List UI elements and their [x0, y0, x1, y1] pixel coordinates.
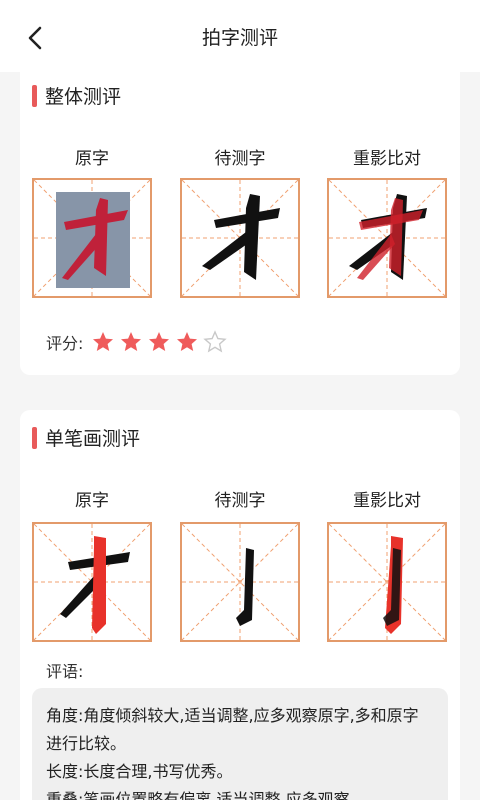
overlay-char-box — [327, 178, 447, 298]
comment-angle: 角度:角度倾斜较大,适当调整,应多观察原字,多和原字进行比较。 — [46, 706, 419, 753]
test-stroke-image — [182, 524, 298, 640]
star-filled-icon — [93, 332, 114, 351]
test-char-image — [182, 180, 298, 296]
rating-row: 评分: — [46, 330, 231, 354]
section-title-stroke: 单笔画测评 — [32, 424, 140, 451]
overall-evaluation-card: 整体测评 原字 待测字 重影比对 评分: — [20, 72, 460, 375]
star-filled-icon — [121, 332, 142, 351]
star-filled-icon — [149, 332, 170, 351]
chevron-left-icon[interactable] — [22, 24, 50, 52]
stroke-evaluation-card: 单笔画测评 原字 待测字 重影比对 评语: 角度:角度倾斜较大,适当调整,应多观… — [20, 410, 460, 800]
label-overlay: 重影比对 — [353, 149, 421, 169]
star-rating — [91, 330, 231, 354]
page-title: 拍字测评 — [201, 26, 278, 49]
comment-length: 长度:长度合理,书写优秀。 — [46, 762, 233, 781]
overlay-stroke-image — [329, 524, 445, 640]
test-char-box — [180, 178, 300, 298]
label-test: 待测字 — [214, 491, 266, 511]
comment-overlap: 重叠:笔画位置略有偏离,适当调整,应多观察 — [46, 790, 350, 800]
original-char-image — [34, 180, 150, 296]
label-original: 原字 — [75, 149, 109, 169]
star-empty-icon — [203, 330, 228, 353]
overlay-stroke-box — [327, 522, 447, 642]
rating-label: 评分: — [46, 334, 84, 353]
label-original: 原字 — [75, 491, 109, 511]
comment-label: 评语: — [46, 662, 84, 681]
original-stroke-box — [32, 522, 152, 642]
top-bar: 拍字测评 — [0, 0, 480, 72]
test-stroke-box — [180, 522, 300, 642]
original-stroke-image — [34, 524, 150, 640]
comment-box: 角度:角度倾斜较大,适当调整,应多观察原字,多和原字进行比较。 长度:长度合理,… — [32, 688, 448, 800]
section-title-text: 单笔画测评 — [45, 428, 141, 450]
section-accent-bar — [32, 84, 37, 107]
section-title-text: 整体测评 — [45, 86, 122, 108]
star-filled-icon — [177, 332, 198, 351]
original-char-box — [32, 178, 152, 298]
label-test: 待测字 — [214, 149, 266, 169]
overlay-char-image — [329, 180, 445, 296]
label-overlay: 重影比对 — [353, 491, 421, 511]
section-accent-bar — [32, 426, 37, 449]
section-title-overall: 整体测评 — [32, 82, 121, 109]
